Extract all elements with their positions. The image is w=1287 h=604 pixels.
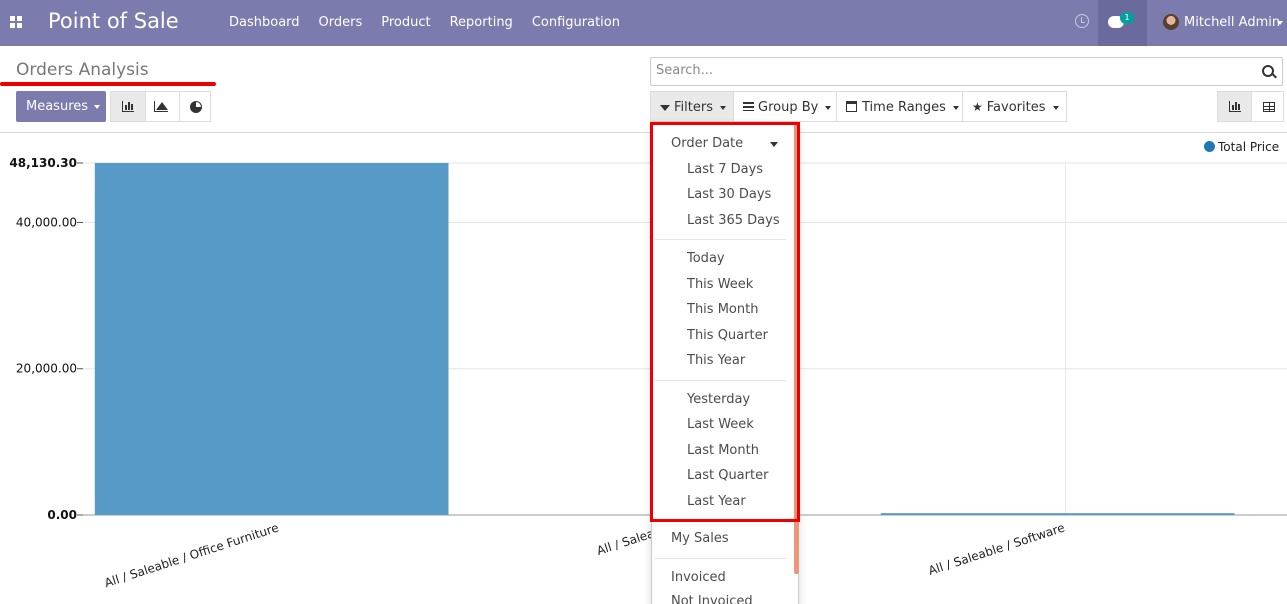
legend-marker — [1204, 141, 1215, 152]
graph-view-button[interactable] — [1217, 91, 1252, 122]
filter-icon — [660, 105, 670, 111]
caret-down-icon — [1052, 105, 1059, 110]
calendar-icon — [846, 101, 857, 112]
apps-menu-icon[interactable] — [10, 16, 23, 29]
bar-chart-icon — [122, 101, 134, 112]
user-menu-caret-icon[interactable] — [1277, 21, 1283, 25]
menu-dashboard[interactable]: Dashboard — [229, 15, 300, 30]
filter-my-sales[interactable]: My Sales — [671, 531, 729, 546]
y-tick-label: 40,000.00 — [16, 215, 77, 229]
highlight-box — [650, 122, 800, 522]
time-ranges-label: Time Ranges — [862, 100, 946, 115]
chart-bar — [880, 513, 1235, 515]
user-avatar[interactable] — [1163, 14, 1179, 30]
legend-label: Total Price — [1218, 140, 1280, 154]
menu-orders[interactable]: Orders — [319, 15, 363, 30]
x-category-label: All / Saleable / Software — [927, 521, 1067, 578]
chat-counter-badge: 1 — [1120, 12, 1134, 24]
line-chart-button[interactable] — [145, 91, 180, 122]
search-icon[interactable] — [1262, 65, 1274, 77]
menu-product[interactable]: Product — [381, 15, 430, 30]
activity-clock-icon[interactable] — [1075, 14, 1089, 28]
user-menu-label[interactable]: Mitchell Admin — [1184, 15, 1280, 30]
title-highlight-underline — [0, 82, 216, 86]
x-category-label: All / Saleable / Office Furniture — [103, 521, 281, 591]
y-tick-label: 0.00 — [47, 508, 77, 522]
star-icon: ★ — [972, 100, 983, 114]
y-tick-label: 48,130.30 — [9, 156, 77, 170]
caret-down-icon — [825, 105, 832, 110]
main-menu: Dashboard Orders Product Reporting Confi… — [229, 15, 639, 30]
chart-type-switcher — [110, 91, 211, 122]
pie-chart-icon — [190, 101, 202, 113]
caret-down-icon — [719, 105, 726, 110]
menu-configuration[interactable]: Configuration — [532, 15, 620, 30]
page-title: Orders Analysis — [16, 60, 149, 80]
chart-bar — [94, 163, 449, 515]
favorites-button[interactable]: ★ Favorites — [962, 91, 1067, 122]
bar-chart-button[interactable] — [110, 91, 146, 122]
group-by-button[interactable]: Group By — [733, 91, 837, 122]
dropdown-divider — [655, 558, 786, 559]
filters-button[interactable]: Filters — [650, 91, 734, 122]
pie-chart-button[interactable] — [179, 91, 211, 122]
bars-icon — [743, 102, 754, 111]
search-input[interactable] — [656, 63, 1246, 78]
favorites-label: Favorites — [986, 100, 1046, 115]
measures-button[interactable]: Measures — [16, 91, 106, 122]
group-by-label: Group By — [758, 100, 819, 115]
measures-label: Measures — [26, 99, 89, 114]
area-chart-icon — [154, 101, 168, 112]
filter-invoiced[interactable]: Invoiced — [671, 570, 726, 585]
top-navbar: Point of Sale Dashboard Orders Product R… — [0, 0, 1287, 46]
app-title: Point of Sale — [48, 9, 179, 33]
filter-not-invoiced[interactable]: Not Invoiced — [671, 594, 753, 604]
bar-chart: 0.00 20,000.00 40,000.00 48,130.30 All / Sal… — [9, 156, 1287, 591]
y-tick-label: 20,000.00 — [16, 362, 77, 376]
chart-legend[interactable]: Total Price — [1204, 140, 1279, 154]
search-box — [650, 57, 1283, 86]
bar-chart-icon — [1229, 101, 1241, 112]
filters-label: Filters — [674, 100, 713, 115]
menu-reporting[interactable]: Reporting — [450, 15, 513, 30]
pivot-view-button[interactable] — [1251, 91, 1284, 122]
search-options: Filters Group By Time Ranges ★ Favorites — [650, 91, 1067, 122]
view-switcher — [1217, 91, 1284, 122]
table-icon — [1263, 102, 1275, 112]
messaging-button[interactable]: 1 — [1098, 0, 1147, 46]
time-ranges-button[interactable]: Time Ranges — [836, 91, 963, 122]
caret-down-icon — [952, 105, 959, 110]
caret-down-icon — [94, 104, 101, 109]
